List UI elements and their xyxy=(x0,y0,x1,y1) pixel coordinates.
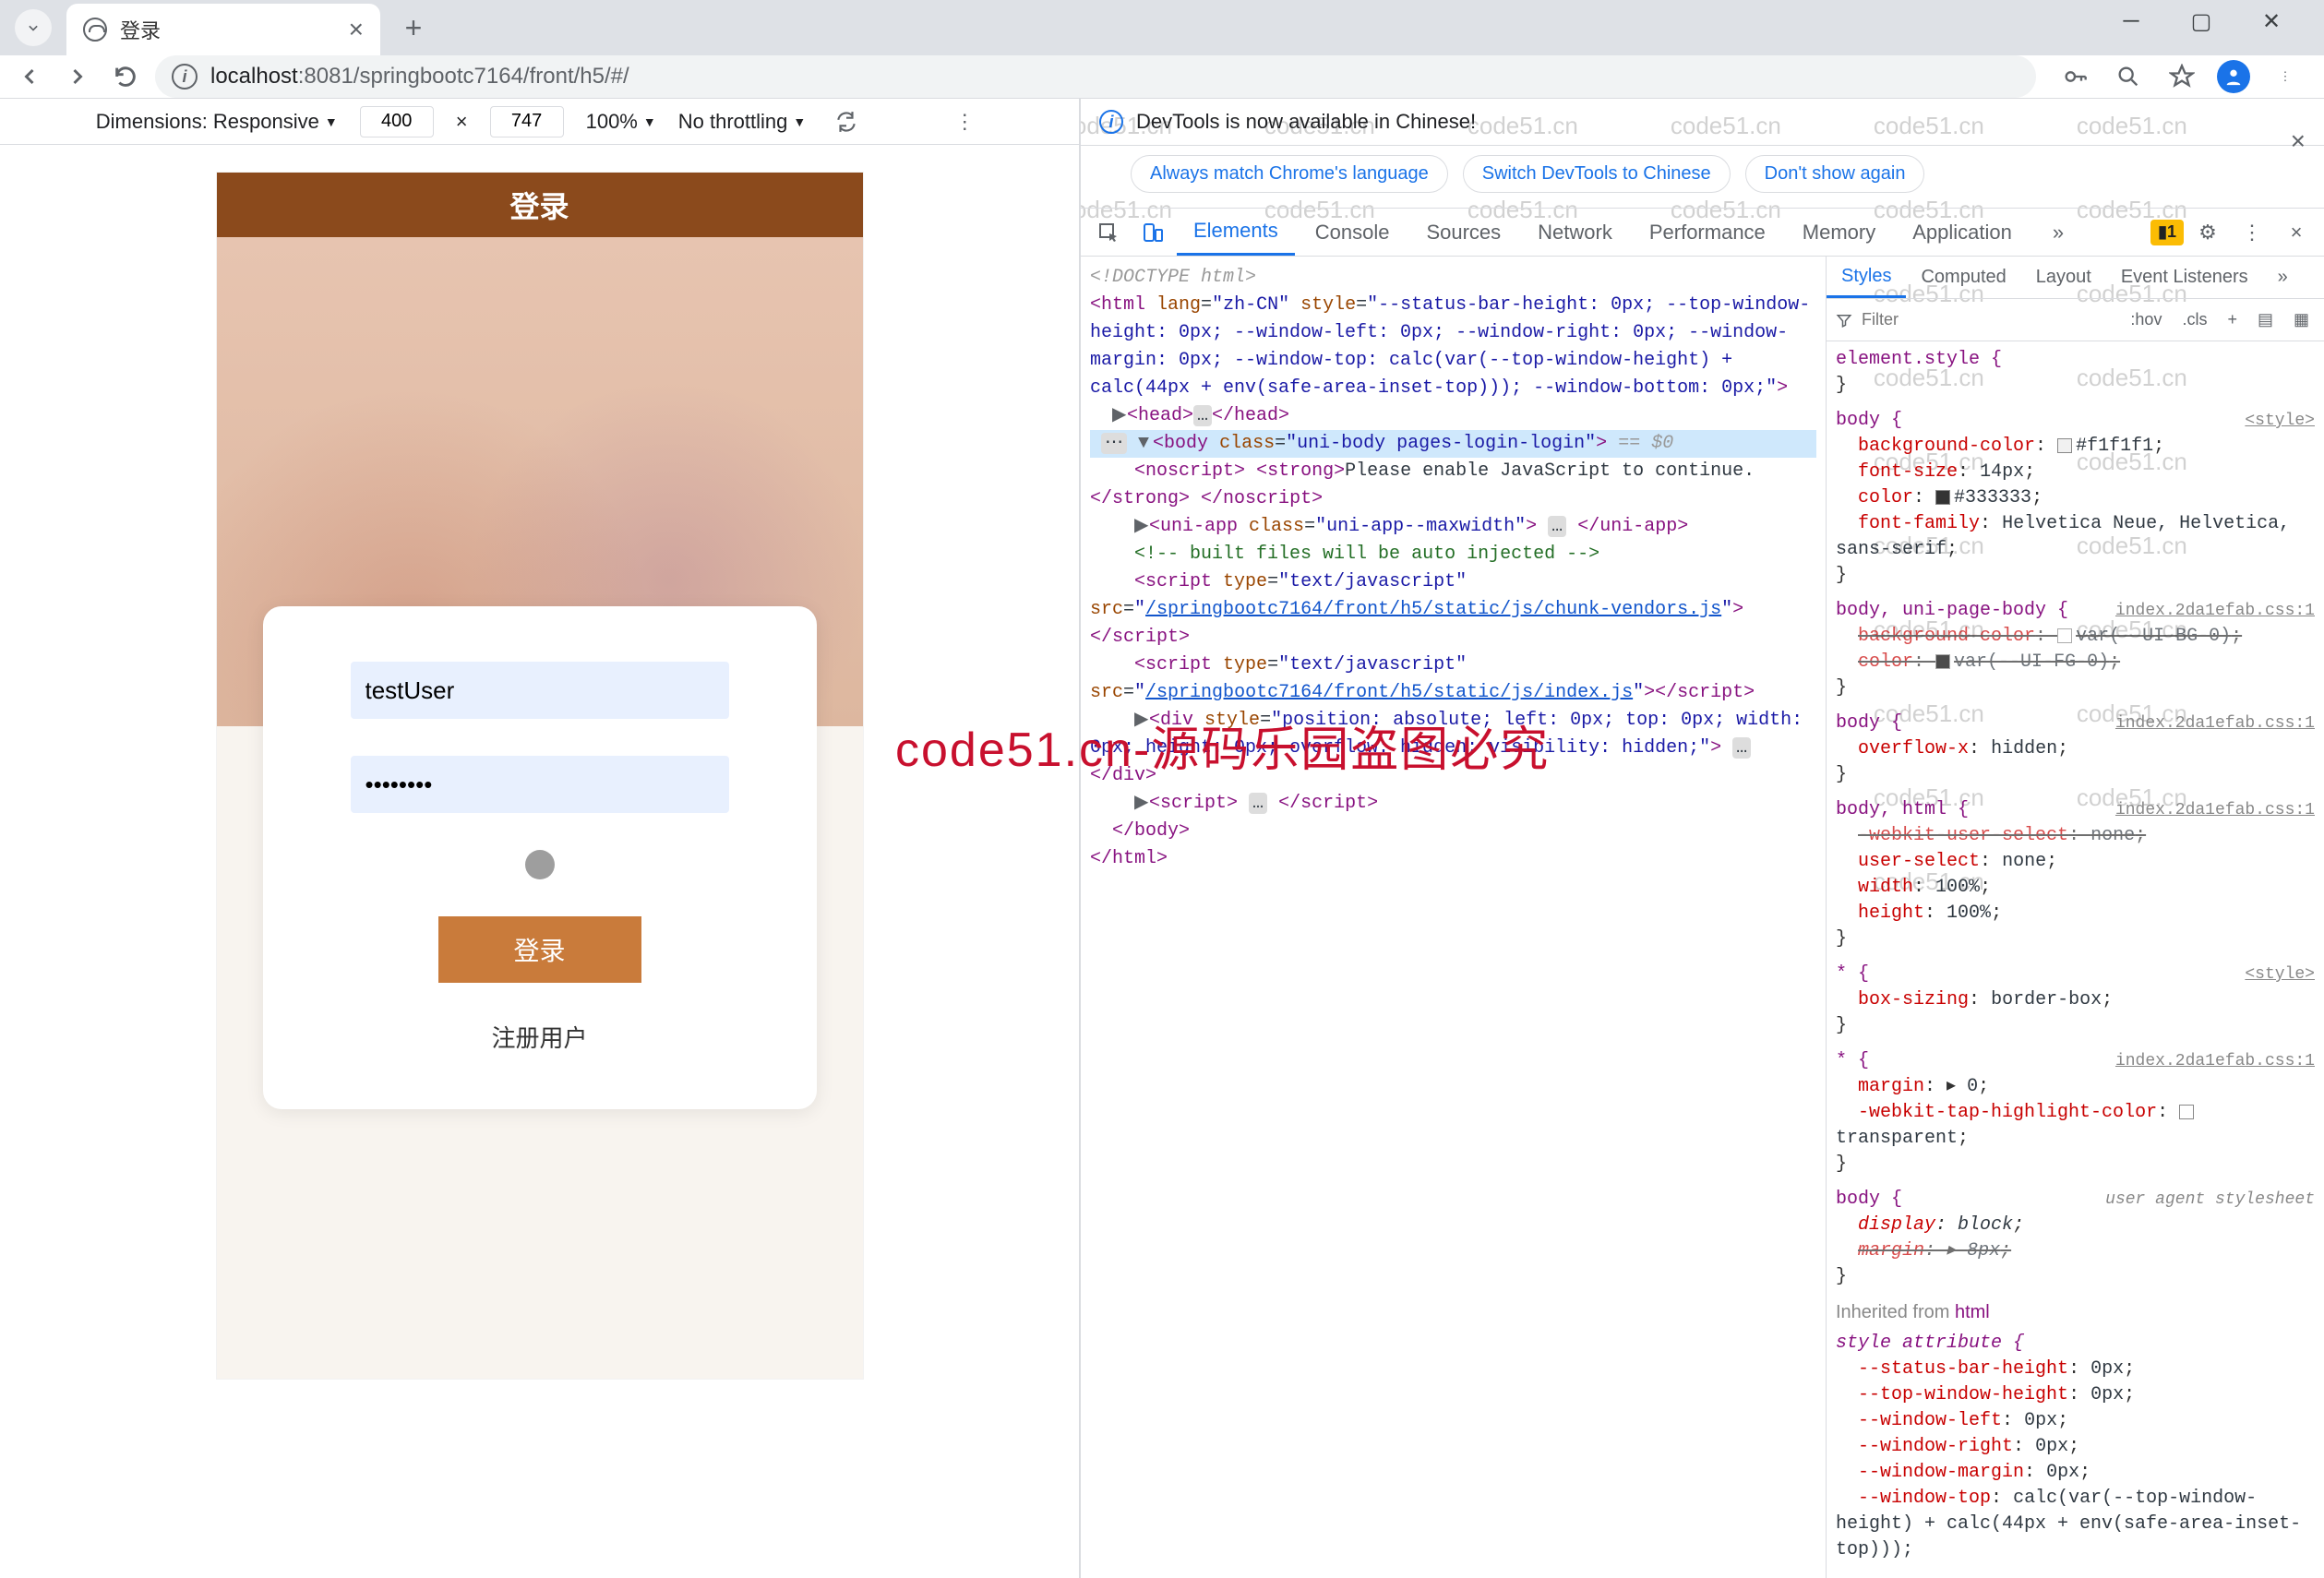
device-canvas: 登录 登录 注册用户 xyxy=(0,145,1079,1578)
banner-close-icon[interactable]: × xyxy=(2291,126,2306,156)
new-rule-icon[interactable]: + xyxy=(2222,308,2243,331)
url-host: localhost xyxy=(210,64,298,89)
styles-rules[interactable]: element.style {} <style>body { backgroun… xyxy=(1827,341,2324,1578)
inspect-icon[interactable] xyxy=(1088,209,1129,256)
tab-close-icon[interactable]: × xyxy=(349,17,364,42)
tab-elements[interactable]: Elements xyxy=(1177,209,1295,256)
styles-panel: Styles Computed Layout Event Listeners »… xyxy=(1826,257,2324,1578)
zoom-dropdown[interactable]: 100% ▼ xyxy=(586,110,656,134)
styles-filter-input[interactable] xyxy=(1862,310,2115,329)
height-input[interactable] xyxy=(490,106,564,137)
rotate-icon[interactable] xyxy=(828,103,865,140)
url-port: :8081 xyxy=(298,64,353,89)
window-minimize-icon[interactable]: ─ xyxy=(2110,0,2152,42)
devtools-close-icon[interactable]: × xyxy=(2276,209,2317,256)
browser-menu-icon[interactable]: ⋮ xyxy=(2267,58,2304,95)
tab-sources[interactable]: Sources xyxy=(1409,209,1517,256)
site-info-icon[interactable]: i xyxy=(172,64,198,90)
pill-dont-show[interactable]: Don't show again xyxy=(1745,155,1925,193)
tab-bar: 登录 × + ─ ▢ ✕ xyxy=(0,0,2324,55)
tabs-more-icon[interactable]: » xyxy=(2036,209,2080,256)
tab-application[interactable]: Application xyxy=(1896,209,2029,256)
reload-button[interactable] xyxy=(107,58,144,95)
pill-always-match[interactable]: Always match Chrome's language xyxy=(1131,155,1448,193)
window-controls: ─ ▢ ✕ xyxy=(2088,0,2315,55)
window-maximize-icon[interactable]: ▢ xyxy=(2180,0,2222,42)
dimensions-x: × xyxy=(456,110,468,134)
tab-console[interactable]: Console xyxy=(1299,209,1407,256)
info-icon: i xyxy=(1099,110,1123,134)
back-button[interactable] xyxy=(11,58,48,95)
globe-icon xyxy=(83,18,107,42)
device-options-icon[interactable]: ⋮ xyxy=(946,103,983,140)
styles-tab-styles[interactable]: Styles xyxy=(1827,257,1906,298)
devtools-language-banner: i DevTools is now available in Chinese! … xyxy=(1081,99,2324,146)
omnibox[interactable]: i localhost:8081/springbootc7164/front/h… xyxy=(155,55,2036,98)
devtools-tabs: Elements Console Sources Network Perform… xyxy=(1081,209,2324,257)
username-input[interactable] xyxy=(351,662,729,719)
tab-memory[interactable]: Memory xyxy=(1786,209,1892,256)
device-toolbar: Dimensions: Responsive ▼ × 100% ▼ No thr… xyxy=(0,99,1079,145)
styles-tab-event-listeners[interactable]: Event Listeners xyxy=(2106,257,2263,298)
login-card: 登录 注册用户 xyxy=(263,606,817,1109)
dimensions-dropdown[interactable]: Dimensions: Responsive ▼ xyxy=(96,110,338,134)
width-input[interactable] xyxy=(360,106,434,137)
bookmark-star-icon[interactable] xyxy=(2163,58,2200,95)
password-key-icon[interactable] xyxy=(2056,58,2093,95)
devtools-menu-icon[interactable]: ⋮ xyxy=(2232,209,2272,256)
address-bar: i localhost:8081/springbootc7164/front/h… xyxy=(0,55,2324,99)
elements-tree[interactable]: <!DOCTYPE html> <html lang="zh-CN" style… xyxy=(1081,257,1826,1578)
url-path: /springbootc7164/front/h5/#/ xyxy=(353,64,629,89)
profile-avatar[interactable] xyxy=(2217,60,2250,93)
cls-toggle[interactable]: .cls xyxy=(2176,308,2212,331)
banner-text: DevTools is now available in Chinese! xyxy=(1136,110,1476,134)
styles-tab-computed[interactable]: Computed xyxy=(1906,257,2020,298)
device-toggle-icon[interactable] xyxy=(1132,209,1173,256)
device-mode-pane: Dimensions: Responsive ▼ × 100% ▼ No thr… xyxy=(0,99,1080,1578)
app-header: 登录 xyxy=(217,173,863,237)
pill-switch-chinese[interactable]: Switch DevTools to Chinese xyxy=(1463,155,1731,193)
settings-gear-icon[interactable]: ⚙ xyxy=(2187,209,2228,256)
flex-toggle-icon[interactable]: ▦ xyxy=(2288,308,2315,331)
register-link[interactable]: 注册用户 xyxy=(491,1020,587,1054)
zoom-icon[interactable] xyxy=(2110,58,2147,95)
window-close-icon[interactable]: ✕ xyxy=(2250,0,2293,42)
tab-performance[interactable]: Performance xyxy=(1633,209,1782,256)
device-viewport: 登录 登录 注册用户 xyxy=(217,173,863,1379)
forward-button[interactable] xyxy=(59,58,96,95)
computed-toggle-icon[interactable]: ▤ xyxy=(2252,308,2279,331)
styles-tabs-more-icon[interactable]: » xyxy=(2263,257,2303,298)
styles-tab-layout[interactable]: Layout xyxy=(2021,257,2106,298)
filter-icon xyxy=(1836,312,1852,329)
browser-tab[interactable]: 登录 × xyxy=(66,4,380,55)
devtools-panel: i DevTools is now available in Chinese! … xyxy=(1080,99,2324,1578)
banner-actions: Always match Chrome's language Switch De… xyxy=(1081,146,2324,209)
login-button[interactable]: 登录 xyxy=(438,916,641,983)
throttling-dropdown[interactable]: No throttling ▼ xyxy=(678,110,806,134)
tab-network[interactable]: Network xyxy=(1521,209,1629,256)
hov-toggle[interactable]: :hov xyxy=(2125,308,2167,331)
tab-title: 登录 xyxy=(120,15,161,44)
touch-indicator xyxy=(525,850,555,879)
warnings-badge[interactable]: ▮ 1 xyxy=(2150,220,2184,245)
tab-list-chevron[interactable] xyxy=(15,9,52,46)
new-tab-button[interactable]: + xyxy=(395,9,432,46)
password-input[interactable] xyxy=(351,756,729,813)
